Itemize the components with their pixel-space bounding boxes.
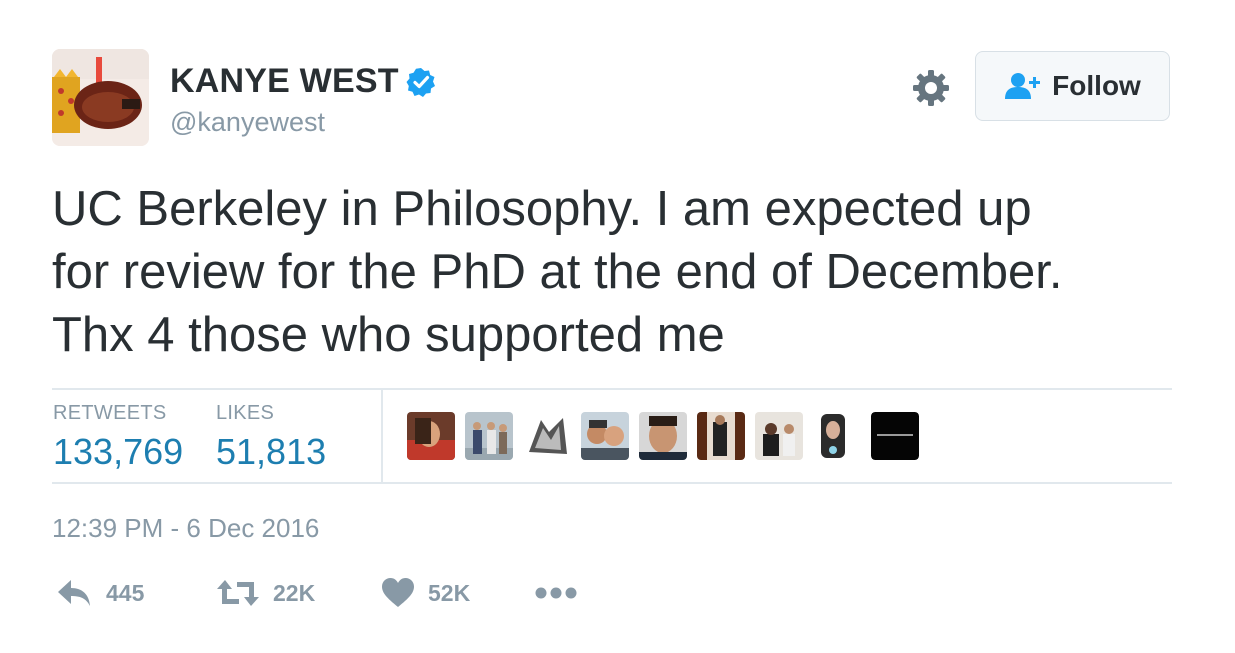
retweet-count: 22K — [273, 579, 316, 606]
user-handle[interactable]: @kanyewest — [170, 107, 325, 138]
tweet-text-line: for review for the PhD at the end of Dec… — [52, 245, 1063, 299]
verified-badge-icon — [405, 66, 437, 98]
likes-count: 51,813 — [216, 431, 327, 472]
liker-avatar[interactable] — [465, 412, 513, 460]
liker-avatar[interactable] — [813, 412, 861, 460]
gear-icon[interactable] — [911, 68, 951, 108]
retweet-button[interactable]: 22K — [217, 578, 315, 608]
likes-label: LIKES — [216, 402, 275, 424]
liker-avatar[interactable] — [523, 412, 571, 460]
like-count: 52K — [428, 579, 471, 606]
liker-avatar[interactable] — [755, 412, 803, 460]
follow-label: Follow — [1052, 70, 1141, 101]
display-name-text[interactable]: KANYE WEST — [170, 62, 399, 101]
retweet-icon — [217, 580, 259, 606]
more-button[interactable] — [535, 584, 577, 602]
retweets-stat[interactable]: RETWEETS 133,769 — [53, 402, 183, 473]
reply-button[interactable]: 445 — [56, 578, 144, 608]
liker-avatar[interactable] — [581, 412, 629, 460]
tweet-text: UC Berkeley in Philosophy. I am expected… — [52, 178, 1182, 367]
display-name[interactable]: KANYE WEST — [170, 62, 437, 101]
divider — [52, 388, 1172, 390]
retweets-count: 133,769 — [53, 431, 184, 472]
likes-stat[interactable]: LIKES 51,813 — [216, 402, 326, 473]
retweets-label: RETWEETS — [53, 402, 167, 424]
liker-avatars — [407, 412, 929, 460]
liker-avatar[interactable] — [639, 412, 687, 460]
follow-button[interactable]: Follow — [975, 51, 1170, 121]
liker-avatar[interactable] — [697, 412, 745, 460]
heart-icon — [382, 578, 414, 607]
liker-avatar[interactable] — [407, 412, 455, 460]
more-dots-icon — [535, 587, 577, 599]
like-button[interactable]: 52K — [382, 578, 470, 608]
liker-avatar[interactable] — [871, 412, 919, 460]
tweet-text-line: UC Berkeley in Philosophy. I am expected… — [52, 182, 1032, 236]
avatar[interactable] — [52, 49, 149, 146]
tweet-timestamp[interactable]: 12:39 PM - 6 Dec 2016 — [52, 513, 319, 544]
follow-user-icon — [1005, 73, 1041, 99]
stats-divider — [381, 389, 383, 483]
reply-count: 445 — [106, 579, 145, 606]
tweet-text-line: Thx 4 those who supported me — [52, 308, 725, 362]
divider — [52, 482, 1172, 484]
reply-icon — [58, 580, 90, 606]
